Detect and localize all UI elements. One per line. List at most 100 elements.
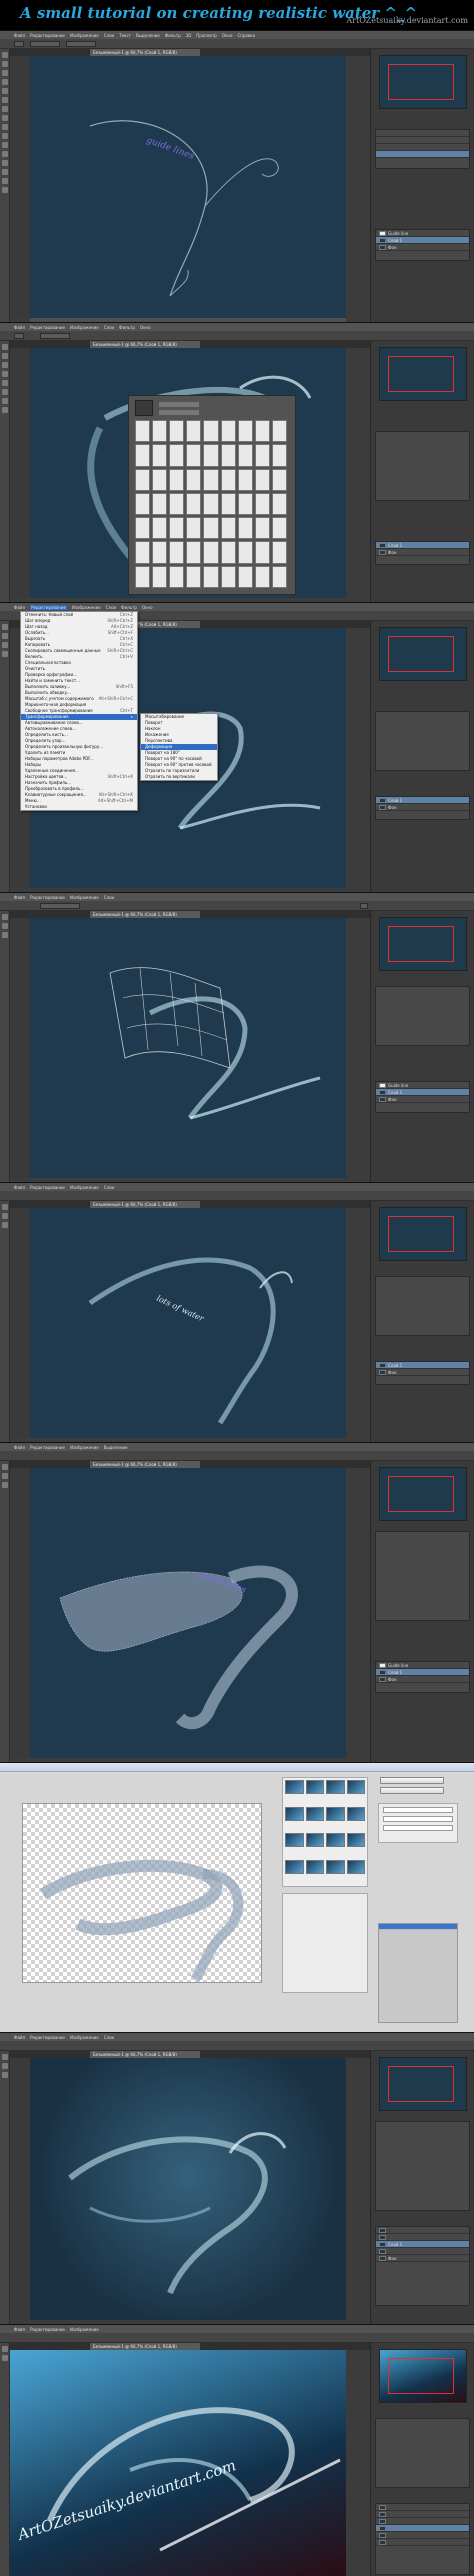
- menu-window[interactable]: Окно: [222, 33, 233, 38]
- option-dropdown[interactable]: [66, 41, 96, 47]
- layer-row[interactable]: [376, 2504, 469, 2511]
- brush-thumb[interactable]: [271, 444, 287, 467]
- pen-tool-icon[interactable]: [2, 651, 8, 657]
- menu-image[interactable]: Изображение: [70, 1445, 99, 1450]
- layer-row[interactable]: [376, 2539, 469, 2546]
- warp-style-dropdown[interactable]: [40, 903, 80, 909]
- menu-layers[interactable]: Слои: [104, 33, 114, 38]
- brush-thumb[interactable]: [220, 444, 236, 467]
- menu-layers[interactable]: Слои: [104, 325, 114, 330]
- brush-thumb[interactable]: [169, 565, 185, 588]
- navigator-view-box[interactable]: [388, 926, 454, 962]
- navigator-view-box[interactable]: [388, 2066, 454, 2102]
- document-canvas[interactable]: [30, 2058, 346, 2320]
- move-tool-icon[interactable]: [2, 1464, 8, 1470]
- option-dropdown[interactable]: [30, 41, 60, 47]
- menu-image[interactable]: Изображение: [72, 605, 101, 610]
- menu-image[interactable]: Изображение: [70, 1185, 99, 1190]
- stamp-tool-icon[interactable]: [2, 115, 8, 121]
- brush-thumb[interactable]: [237, 492, 253, 516]
- brush-thumb[interactable]: [203, 444, 219, 467]
- filter-thumb[interactable]: [346, 1833, 365, 1847]
- filter-param-field[interactable]: [383, 1825, 453, 1831]
- document-tab[interactable]: Безымянный-1 @ 66,7% (Слой 1, RGB/8): [90, 1461, 200, 1468]
- brush-thumb[interactable]: [169, 517, 185, 540]
- brush-thumb[interactable]: [254, 444, 270, 467]
- menu-edit[interactable]: Редактирование: [30, 604, 67, 610]
- brush-thumb[interactable]: [135, 420, 151, 443]
- layer-row-background[interactable]: Фон: [376, 804, 469, 811]
- menu-edit[interactable]: Редактирование: [30, 1185, 65, 1190]
- history-item[interactable]: [376, 130, 469, 137]
- layer-row-water[interactable]: Слой 1: [376, 1669, 469, 1676]
- navigator-preview[interactable]: [379, 347, 467, 401]
- menu-layers[interactable]: Слои: [104, 2035, 114, 2040]
- menu-image[interactable]: Изображение: [70, 2327, 99, 2332]
- brush-thumb[interactable]: [203, 517, 219, 540]
- layer-row-background[interactable]: Фон: [376, 244, 469, 251]
- filter-param-field[interactable]: [383, 1816, 453, 1822]
- navigator-view-box[interactable]: [388, 636, 454, 672]
- filter-thumb[interactable]: [346, 1806, 365, 1821]
- brush-tool-icon[interactable]: [2, 1213, 8, 1219]
- layer-row[interactable]: [376, 2518, 469, 2525]
- brush-preset-picker[interactable]: [14, 333, 24, 339]
- history-item[interactable]: [376, 137, 469, 144]
- brush-thumb[interactable]: [186, 468, 202, 491]
- lasso-tool-icon[interactable]: [2, 1473, 8, 1479]
- brush-thumb[interactable]: [169, 541, 185, 564]
- brush-thumb[interactable]: [254, 565, 270, 588]
- layer-row-water[interactable]: Слой 1: [376, 237, 469, 244]
- type-tool-icon[interactable]: [2, 1222, 8, 1228]
- layer-row-water[interactable]: Слой 1: [376, 797, 469, 804]
- brush-thumb[interactable]: [203, 420, 219, 443]
- marquee-tool-icon[interactable]: [2, 633, 8, 639]
- brush-thumb[interactable]: [254, 517, 270, 540]
- filter-thumb[interactable]: [305, 1780, 324, 1794]
- menu-window[interactable]: Окно: [142, 605, 153, 610]
- filter-thumb[interactable]: [326, 1859, 345, 1874]
- ok-button[interactable]: [380, 1777, 444, 1784]
- eraser-tool-icon[interactable]: [2, 380, 8, 386]
- brush-thumb[interactable]: [271, 492, 287, 516]
- filter-thumb[interactable]: [305, 1859, 324, 1874]
- menu-image[interactable]: Изображение: [70, 2035, 99, 2040]
- brush-tool-icon[interactable]: [2, 1482, 8, 1488]
- menu-file[interactable]: Файл: [14, 895, 25, 900]
- navigator-view-box[interactable]: [388, 1476, 454, 1512]
- layer-row-background[interactable]: Фон: [376, 1369, 469, 1376]
- layer-row-water[interactable]: Слой 1: [376, 542, 469, 549]
- marquee-tool-icon[interactable]: [2, 61, 8, 67]
- brush-thumb[interactable]: [220, 468, 236, 491]
- brush-thumb[interactable]: [271, 420, 287, 443]
- move-tool-icon[interactable]: [2, 344, 8, 350]
- brush-thumb[interactable]: [135, 444, 151, 467]
- brush-tool-icon[interactable]: [2, 106, 8, 112]
- filter-thumb[interactable]: [326, 1806, 345, 1821]
- brush-thumb[interactable]: [237, 444, 253, 467]
- brush-thumb[interactable]: [186, 565, 202, 588]
- menu-file[interactable]: Файл: [14, 1445, 25, 1450]
- brush-thumb[interactable]: [203, 492, 219, 516]
- brush-thumb[interactable]: [135, 492, 151, 516]
- filter-thumb[interactable]: [285, 1806, 304, 1821]
- hand-tool-icon[interactable]: [2, 178, 8, 184]
- move-tool-icon[interactable]: [2, 1204, 8, 1210]
- navigator-preview[interactable]: [379, 55, 467, 109]
- filter-thumb[interactable]: [346, 1780, 365, 1794]
- menu-file[interactable]: Файл: [14, 605, 25, 610]
- brush-thumb[interactable]: [237, 468, 253, 491]
- lasso-tool-icon[interactable]: [2, 362, 8, 368]
- navigator-view-box[interactable]: [388, 356, 454, 392]
- menu-layers[interactable]: Слои: [106, 605, 116, 610]
- brush-thumb[interactable]: [220, 541, 236, 564]
- menu-file[interactable]: Файл: [14, 1185, 25, 1190]
- navigator-preview[interactable]: [379, 917, 467, 971]
- brush-thumb[interactable]: [135, 517, 151, 540]
- document-tab[interactable]: Безымянный-1 @ 66,7% (Слой 1, RGB/8): [90, 2051, 200, 2058]
- brush-thumb[interactable]: [152, 541, 168, 564]
- type-tool-icon[interactable]: [2, 151, 8, 157]
- brush-thumb[interactable]: [254, 541, 270, 564]
- menu-file[interactable]: Файл: [14, 2327, 25, 2332]
- layer-row-water[interactable]: Слой 1: [376, 1362, 469, 1369]
